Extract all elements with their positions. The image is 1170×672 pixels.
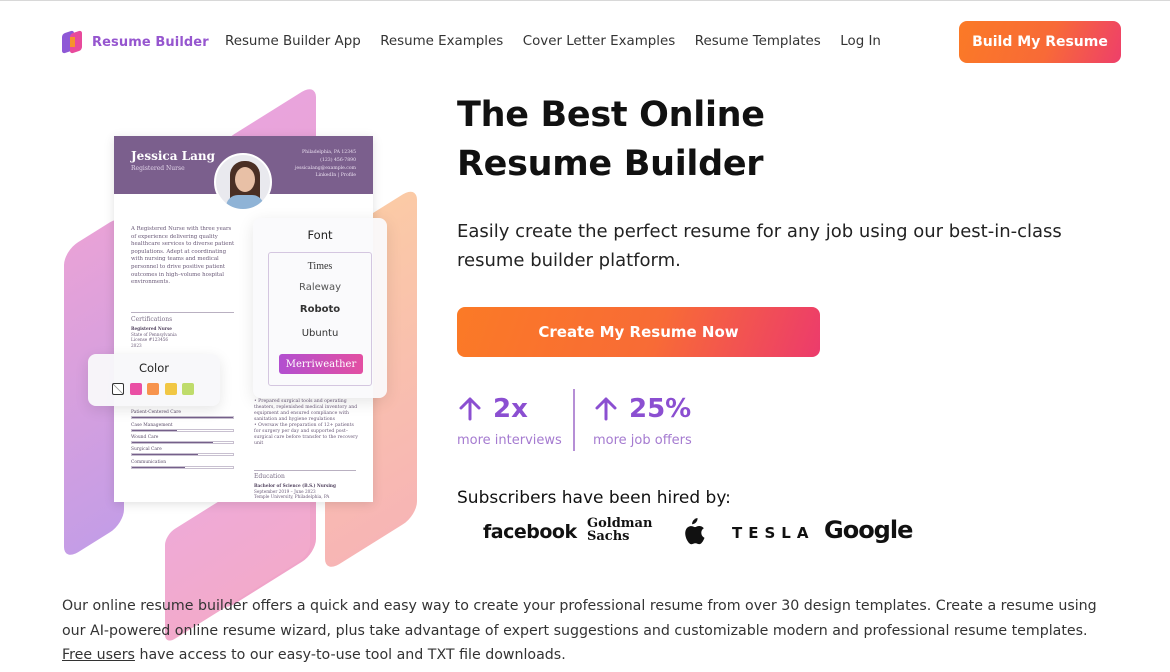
skill-row: Communication [131, 460, 234, 469]
bullet-item: • Prepared surgical tools and operating … [254, 399, 358, 422]
nav-log-in[interactable]: Log In [840, 34, 881, 49]
nav-cover-letter-examples[interactable]: Cover Letter Examples [523, 34, 676, 49]
certification-entry: Registered Nurse State of Pennsylvania L… [131, 326, 177, 348]
font-option-ubuntu[interactable]: Ubuntu [269, 328, 371, 339]
resume-illustration: Jessica Lang Registered Nurse Philadelph… [60, 83, 440, 645]
skill-row: Surgical Care [131, 447, 234, 456]
apple-icon [685, 518, 705, 545]
skill-row: Case Management [131, 423, 234, 432]
swatch-none[interactable] [112, 383, 124, 395]
goldman-sachs-logo: Goldman Sachs [587, 516, 653, 544]
certifications-heading: Certifications [131, 316, 173, 323]
logo[interactable]: Resume Builder [62, 30, 209, 54]
bullet-text: Prepared surgical tools and operating th… [254, 399, 358, 422]
education-heading: Education [254, 473, 285, 480]
stat-interviews: 2x more interviews [457, 391, 562, 448]
nav-resume-builder-app[interactable]: Resume Builder App [225, 34, 361, 49]
education-school: Temple University, Philadelphia, PA [254, 494, 330, 500]
description-paragraph: Our online resume builder offers a quick… [62, 594, 1122, 668]
resume-linkedin: LinkedIn | Profile [315, 173, 356, 179]
logo-icon [62, 30, 84, 54]
resume-job-title: Registered Nurse [131, 165, 185, 172]
stat-value: 2x [493, 394, 528, 424]
logo-text: Resume Builder [92, 34, 209, 50]
skill-label: Patient-Centered Care [131, 410, 181, 415]
stat-job-offers: 25% more job offers [593, 391, 692, 448]
certification-line: State of Pennsylvania [131, 331, 177, 337]
font-panel-title: Font [307, 228, 333, 242]
color-swatches [112, 383, 194, 395]
build-my-resume-button[interactable]: Build My Resume [959, 21, 1121, 63]
swatch-green[interactable] [182, 383, 194, 395]
color-picker-panel: Color [88, 354, 220, 406]
resume-contact: Philadelphia, PA 12345 (123) 456-7890 je… [295, 149, 356, 180]
swatch-yellow[interactable] [164, 383, 177, 395]
skill-label: Communication [131, 460, 167, 465]
resume-address: Philadelphia, PA 12345 [302, 150, 356, 155]
experience-bullets: • Prepared surgical tools and operating … [254, 399, 359, 447]
swatch-orange[interactable] [147, 383, 159, 395]
stat-divider [573, 389, 575, 451]
skill-label: Surgical Care [131, 447, 162, 452]
skill-label: Wound Care [131, 435, 159, 440]
hero-subtitle: Easily create the perfect resume for any… [457, 221, 1062, 271]
education-entry: Bachelor of Science (B.S.) Nursing Septe… [254, 483, 336, 500]
skill-bar-fill [132, 417, 233, 418]
arrow-up-icon [459, 397, 481, 421]
skill-bar-fill [132, 430, 178, 431]
title-line-1: The Best Online [457, 95, 765, 135]
stat-value: 25% [629, 394, 692, 424]
skill-bar-fill [132, 454, 198, 455]
divider [131, 312, 234, 313]
stat-label: more job offers [593, 433, 692, 448]
certification-name: Registered Nurse [131, 326, 172, 331]
resume-summary: A Registered Nurse with three years of e… [131, 226, 235, 286]
font-option-times[interactable]: Times [269, 261, 371, 272]
certification-line: License #123456 [131, 337, 169, 343]
nav-resume-templates[interactable]: Resume Templates [695, 34, 821, 49]
page-title: The Best Online Resume Builder [457, 91, 877, 189]
title-line-2: Resume Builder [457, 144, 764, 184]
apple-logo [681, 518, 705, 550]
font-option-raleway[interactable]: Raleway [269, 282, 371, 293]
nav-resume-examples[interactable]: Resume Examples [380, 34, 503, 49]
font-picker-panel: Font Times Raleway Roboto Ubuntu Merriwe… [253, 218, 387, 398]
tesla-logo: TESLA [732, 524, 815, 542]
resume-name: Jessica Lang [131, 149, 215, 163]
skill-bar-fill [132, 442, 213, 443]
education-dates: September 2019 – June 2023 [254, 488, 316, 494]
resume-email: jessicalang@example.com [294, 165, 356, 171]
free-users-link[interactable]: Free users [62, 647, 135, 663]
skill-row: Patient-Centered Care [131, 410, 234, 419]
create-my-resume-now-button[interactable]: Create My Resume Now [457, 307, 820, 357]
resume-photo [214, 153, 272, 211]
main-nav: Resume Builder App Resume Examples Cover… [225, 34, 881, 49]
divider [254, 470, 356, 471]
font-option-merriweather-selected[interactable]: Merriweather [279, 354, 363, 374]
swatch-pink[interactable] [129, 383, 142, 395]
site-header: Resume Builder Resume Builder App Resume… [0, 1, 1170, 83]
skill-row: Wound Care [131, 435, 234, 444]
google-logo: Google [824, 516, 913, 544]
resume-header: Jessica Lang Registered Nurse Philadelph… [114, 136, 373, 211]
education-degree: Bachelor of Science (B.S.) Nursing [254, 483, 336, 488]
skill-bar-fill [132, 467, 185, 468]
description-text: have access to our easy-to-use tool and … [134, 647, 566, 663]
stat-label: more interviews [457, 433, 562, 448]
description-text: Our online resume builder offers a quick… [62, 598, 1097, 639]
arrow-up-icon [595, 397, 617, 421]
bullet-text: Oversaw the preparation of 12+ patients … [254, 423, 358, 446]
font-option-roboto[interactable]: Roboto [269, 304, 371, 315]
certification-line: 2023 [131, 342, 142, 348]
bullet-item: • Oversaw the preparation of 12+ patient… [254, 423, 358, 446]
color-panel-title: Color [138, 361, 170, 375]
hired-by-heading: Subscribers have been hired by: [457, 488, 731, 508]
resume-phone: (123) 456-7890 [320, 157, 356, 163]
skill-label: Case Management [131, 423, 173, 428]
facebook-logo: facebook [483, 521, 577, 543]
font-options-list: Times Raleway Roboto Ubuntu Merriweather [268, 252, 372, 386]
